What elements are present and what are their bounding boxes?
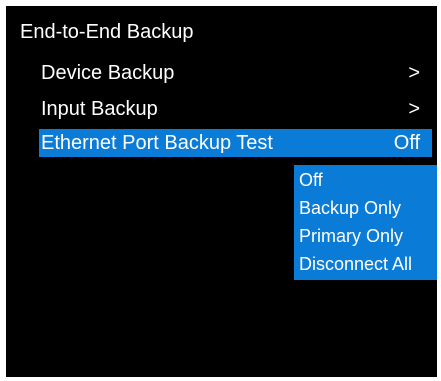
options-dropdown: Off Backup Only Primary Only Disconnect … [294, 165, 437, 280]
backup-settings-screen: End-to-End Backup Device Backup > Input … [6, 6, 437, 377]
menu-item-label: Input Backup [41, 98, 158, 120]
selected-value: Off [393, 132, 420, 154]
chevron-right-icon: > [408, 62, 420, 84]
dropdown-option-off[interactable]: Off [299, 167, 323, 193]
menu-item-label: Device Backup [41, 62, 175, 84]
menu-item-label: Ethernet Port Backup Test [41, 132, 273, 154]
page-title: End-to-End Backup [20, 21, 194, 43]
menu-item-device-backup[interactable]: Device Backup > [39, 59, 432, 87]
dropdown-option-primary-only[interactable]: Primary Only [299, 223, 403, 249]
dropdown-option-backup-only[interactable]: Backup Only [299, 195, 401, 221]
menu-item-input-backup[interactable]: Input Backup > [39, 95, 432, 123]
menu-item-ethernet-port-backup-test[interactable]: Ethernet Port Backup Test Off [39, 129, 432, 157]
chevron-right-icon: > [408, 98, 420, 120]
dropdown-option-disconnect-all[interactable]: Disconnect All [299, 251, 412, 277]
